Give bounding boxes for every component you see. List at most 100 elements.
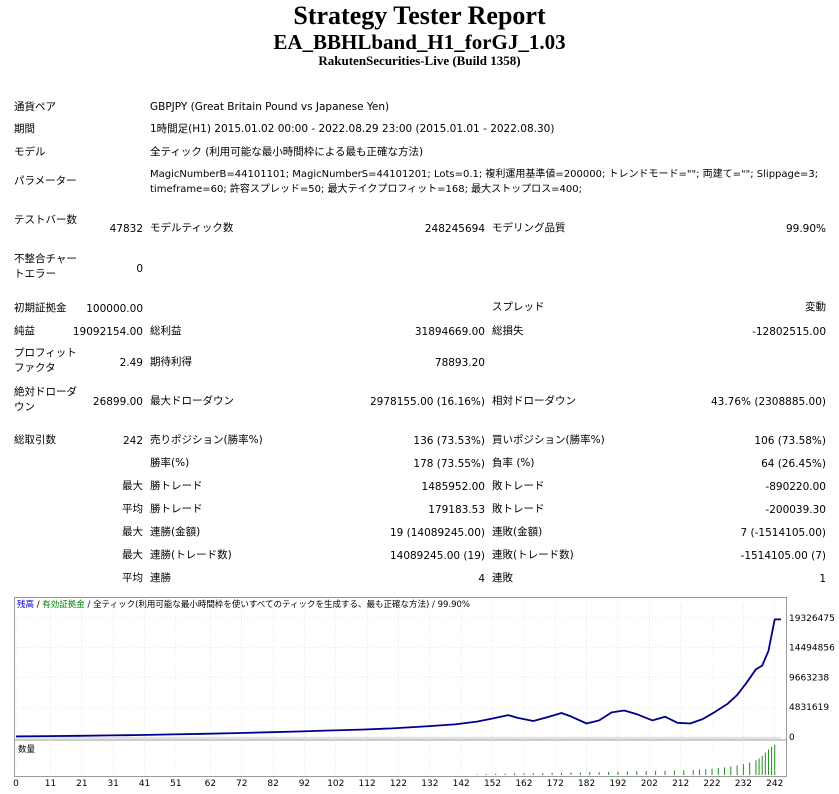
legend-balance: 残高 [17,600,35,610]
win-label: 勝率(%) [150,457,190,469]
cons-profit-value: 14089245.00 (19) [389,550,485,562]
avg-cons-losses-label: 連敗 [492,572,513,584]
cons-loss-label: 連敗(トレード数) [492,549,574,561]
y-tick-label: 19326475 [789,614,835,624]
max-prefix-2: 最大 [122,526,143,538]
x-tick-label: 222 [703,779,720,789]
x-tick-label: 172 [547,779,564,789]
legend-quality: 99.90% [437,600,470,610]
cons-loss-value: -1514105.00 (7) [740,550,826,562]
cons-profit-label: 連勝(トレード数) [150,549,232,561]
model-value: 全ティック (利用可能な最小時間枠による最も正確な方法) [150,146,424,158]
spread-value: 変動 [805,301,826,313]
y-tick-label: 0 [789,733,795,743]
max-dd-label: 最大ドローダウン [150,395,234,407]
legend-model: 全ティック(利用可能な最小時間枠を使いすべてのティックを生成する、最も正確な方法… [93,600,430,610]
x-tick-label: 152 [484,779,501,789]
x-tick-label: 192 [609,779,626,789]
x-tick-label: 122 [390,779,407,789]
gross-profit-label: 総利益 [150,325,182,337]
x-tick-label: 212 [672,779,689,789]
x-tick-label: 41 [139,779,150,789]
symbol-label: 通貨ペア [14,101,56,113]
largest-win-label: 勝トレード [150,480,203,492]
net-label: 純益 [14,325,35,337]
x-tick-label: 21 [76,779,87,789]
ea-name: EA_BBHLband_H1_forGJ_1.03 [273,30,566,54]
x-tick-label: 82 [267,779,278,789]
pf-value: 2.49 [119,357,143,369]
x-tick-label: 112 [359,779,376,789]
y-tick-label: 9663238 [789,673,829,683]
payoff-value: 78893.20 [434,357,485,369]
server-name: RakutenSecurities-Live (Build 1358) [318,53,521,68]
model-label: モデル [14,146,46,158]
long-label: 買いポジション(勝率%) [492,434,605,446]
largest-win-value: 1485952.00 [421,481,485,493]
x-tick-label: 182 [578,779,595,789]
legend-sep-2: / [84,600,94,610]
avg-prefix-2: 平均 [122,572,143,584]
x-tick-label: 72 [236,779,247,789]
period-label: 期間 [14,123,35,135]
gross-loss-label: 総損失 [492,325,524,337]
largest-loss-label: 敗トレード [492,480,545,492]
rel-dd-label: 相対ドローダウン [492,395,576,407]
long-value: 106 (73.58%) [754,435,826,447]
quality-value: 99.90% [785,223,826,235]
rel-dd-value: 43.76% (2308885.00) [710,396,826,408]
mismatch-value: 0 [136,263,143,275]
x-tick-label: 232 [735,779,752,789]
loss-label: 負率 (%) [492,457,535,469]
y-tick-label: 14494856 [789,644,835,654]
gross-profit-value: 31894669.00 [414,326,485,338]
avg-win-label: 勝トレード [150,503,203,515]
x-tick-label: 132 [421,779,438,789]
cons-wins-label: 連勝(金額) [150,526,201,538]
x-tick-label: 31 [107,779,118,789]
short-value: 136 (73.53%) [413,435,485,447]
params-label: パラメーター [14,175,77,187]
x-tick-label: 62 [205,779,216,789]
spread-label: スプレッド [492,301,545,313]
short-label: 売りポジション(勝率%) [150,434,263,446]
largest-loss-value: -890220.00 [765,481,826,493]
abs-dd-value: 26899.00 [92,396,143,408]
symbol-value: GBPJPY (Great Britain Pound vs Japanese … [150,101,390,113]
y-tick-label: 4831619 [789,703,829,713]
ticks-label: モデルティック数 [150,222,234,234]
legend-equity: 有効証拠金 [42,600,85,610]
avg-cons-wins-label: 連勝 [150,572,171,584]
avg-loss-value: -200039.30 [765,504,826,516]
period-value: 1時間足(H1) 2015.01.02 00:00 - 2022.08.29 2… [150,123,555,135]
trades-label: 総取引数 [14,434,56,446]
bars-value: 47832 [109,223,143,235]
x-tick-label: 92 [299,779,310,789]
x-tick-label: 162 [515,779,532,789]
params-line2: timeframe=60; 許容スプレッド=50; 最大テイクプロフィット=16… [150,184,582,195]
payoff-label: 期待利得 [150,356,192,368]
avg-cons-losses-value: 1 [819,573,826,585]
legend-sep-3: / [429,600,438,610]
quality-label: モデリング品質 [492,222,566,234]
x-tick-label: 142 [453,779,470,789]
max-prefix-3: 最大 [122,549,143,561]
x-tick-label: 102 [327,779,344,789]
avg-cons-wins-value: 4 [478,573,485,585]
loss-value: 64 (26.45%) [761,458,826,470]
x-tick-label: 11 [45,779,56,789]
x-tick-label: 0 [13,779,19,789]
cons-losses-value: 7 (-1514105.00) [740,527,826,539]
balance-chart-frame [14,597,787,777]
avg-win-value: 179183.53 [428,504,485,516]
x-tick-label: 242 [766,779,783,789]
max-dd-value: 2978155.00 (16.16%) [369,396,485,408]
gross-loss-value: -12802515.00 [752,326,826,338]
chart-legend: 残高 / 有効証拠金 / 全ティック(利用可能な最小時間枠を使いすべてのティック… [17,598,470,610]
params-line1: MagicNumberB=44101101; MagicNumberS=4410… [150,169,819,180]
net-value: 19092154.00 [72,326,143,338]
cons-losses-label: 連敗(金額) [492,526,543,538]
ticks-value: 248245694 [424,223,485,235]
max-prefix: 最大 [122,480,143,492]
deposit-label: 初期証拠金 [14,302,67,314]
